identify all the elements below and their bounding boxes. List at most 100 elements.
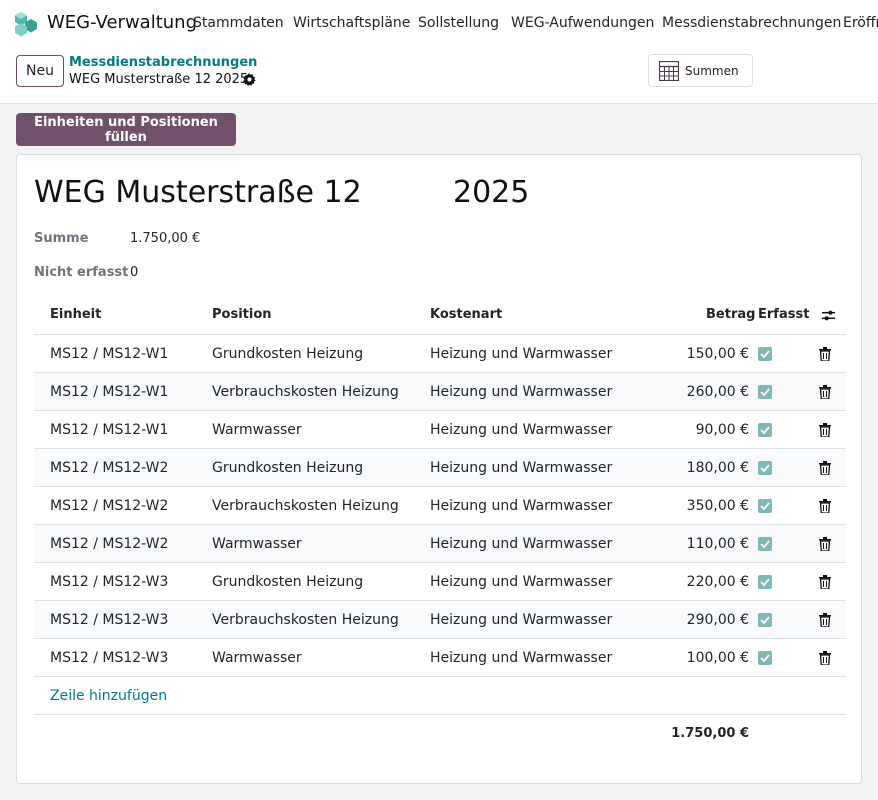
fill-units-positions-button[interactable]: Einheiten und Positionen füllen	[16, 113, 236, 146]
table-row[interactable]: MS12 / MS12-W3 Verbrauchskosten Heizung He…	[34, 601, 846, 639]
trash-icon[interactable]	[819, 575, 831, 589]
trash-icon[interactable]	[819, 499, 831, 513]
summe-label: Summe	[34, 231, 89, 246]
check-icon	[760, 502, 770, 511]
title-year[interactable]: 2025	[453, 175, 529, 210]
trash-icon[interactable]	[819, 461, 831, 475]
table-row[interactable]: MS12 / MS12-W2 Warmwasser Heizung und Warm…	[34, 525, 846, 563]
cell-position[interactable]: Grundkosten Heizung	[212, 335, 363, 373]
cell-kostenart[interactable]: Heizung und Warmwasser	[430, 525, 612, 563]
header-erfasst[interactable]: Erfasst	[758, 296, 809, 334]
menu-eroeffnung[interactable]: Eröffn	[843, 15, 878, 31]
menu-weg-aufwendungen[interactable]: WEG-Aufwendungen	[511, 15, 654, 31]
menu-sollstellung[interactable]: Sollstellung	[418, 15, 499, 31]
cell-kostenart[interactable]: Heizung und Warmwasser	[430, 411, 612, 449]
cell-kostenart[interactable]: Heizung und Warmwasser	[430, 601, 612, 639]
summe-value: 1.750,00 €	[130, 231, 201, 246]
header-einheit[interactable]: Einheit	[50, 296, 101, 334]
app-logo-icon[interactable]	[12, 9, 40, 37]
trash-icon[interactable]	[819, 347, 831, 361]
column-settings-icon[interactable]	[821, 308, 836, 323]
header-kostenart[interactable]: Kostenart	[430, 296, 502, 334]
cell-kostenart[interactable]: Heizung und Warmwasser	[430, 639, 612, 677]
erfasst-checkbox[interactable]	[758, 385, 772, 399]
cell-position[interactable]: Verbrauchskosten Heizung	[212, 373, 399, 411]
table-body: MS12 / MS12-W1 Grundkosten Heizung Heizung…	[34, 335, 846, 677]
cell-einheit[interactable]: MS12 / MS12-W1	[50, 335, 168, 373]
cell-kostenart[interactable]: Heizung und Warmwasser	[430, 563, 612, 601]
erfasst-checkbox[interactable]	[758, 499, 772, 513]
cell-betrag[interactable]: 290,00 €	[687, 601, 749, 639]
cell-einheit[interactable]: MS12 / MS12-W2	[50, 525, 168, 563]
table-row[interactable]: MS12 / MS12-W3 Warmwasser Heizung und Warm…	[34, 639, 846, 677]
check-icon	[760, 616, 770, 625]
table-row[interactable]: MS12 / MS12-W2 Grundkosten Heizung Heizung…	[34, 449, 846, 487]
cell-position[interactable]: Verbrauchskosten Heizung	[212, 487, 399, 525]
table-row[interactable]: MS12 / MS12-W3 Grundkosten Heizung Heizung…	[34, 563, 846, 601]
table-row[interactable]: MS12 / MS12-W2 Verbrauchskosten Heizung He…	[34, 487, 846, 525]
table-header: Einheit Position Kostenart Betrag Erfass…	[34, 296, 846, 335]
cell-einheit[interactable]: MS12 / MS12-W3	[50, 639, 168, 677]
table-footer: 1.750,00 €	[34, 715, 846, 753]
cell-betrag[interactable]: 180,00 €	[687, 449, 749, 487]
cell-betrag[interactable]: 110,00 €	[687, 525, 749, 563]
cell-einheit[interactable]: MS12 / MS12-W2	[50, 449, 168, 487]
cell-einheit[interactable]: MS12 / MS12-W3	[50, 601, 168, 639]
trash-icon[interactable]	[819, 651, 831, 665]
cell-einheit[interactable]: MS12 / MS12-W1	[50, 373, 168, 411]
erfasst-checkbox[interactable]	[758, 613, 772, 627]
cell-betrag[interactable]: 260,00 €	[687, 373, 749, 411]
menu-messdienstabrechnungen[interactable]: Messdienstabrechnungen	[662, 15, 841, 31]
table-row[interactable]: MS12 / MS12-W1 Grundkosten Heizung Heizung…	[34, 335, 846, 373]
trash-icon[interactable]	[819, 385, 831, 399]
menu-stammdaten[interactable]: Stammdaten	[193, 15, 284, 31]
check-icon	[760, 388, 770, 397]
check-icon	[760, 578, 770, 587]
summen-button[interactable]: Summen	[648, 54, 753, 87]
calculator-icon	[659, 61, 679, 81]
erfasst-checkbox[interactable]	[758, 423, 772, 437]
cell-kostenart[interactable]: Heizung und Warmwasser	[430, 373, 612, 411]
table-row[interactable]: MS12 / MS12-W1 Verbrauchskosten Heizung He…	[34, 373, 846, 411]
cell-einheit[interactable]: MS12 / MS12-W3	[50, 563, 168, 601]
app-name[interactable]: WEG-Verwaltung	[47, 12, 197, 33]
cell-kostenart[interactable]: Heizung und Warmwasser	[430, 335, 612, 373]
trash-icon[interactable]	[819, 613, 831, 627]
erfasst-checkbox[interactable]	[758, 537, 772, 551]
menu-wirtschaftsplaene[interactable]: Wirtschaftspläne	[293, 15, 410, 31]
cell-betrag[interactable]: 150,00 €	[687, 335, 749, 373]
header-betrag[interactable]: Betrag	[706, 296, 755, 334]
cell-betrag[interactable]: 100,00 €	[687, 639, 749, 677]
cell-position[interactable]: Warmwasser	[212, 639, 302, 677]
check-icon	[760, 464, 770, 473]
title-property-name[interactable]: WEG Musterstraße 12	[34, 175, 362, 210]
cell-position[interactable]: Warmwasser	[212, 525, 302, 563]
breadcrumb-messdienstabrechnungen[interactable]: Messdienstabrechnungen	[69, 55, 257, 70]
cell-einheit[interactable]: MS12 / MS12-W2	[50, 487, 168, 525]
cell-position[interactable]: Verbrauchskosten Heizung	[212, 601, 399, 639]
gear-icon[interactable]	[243, 73, 256, 86]
cell-einheit[interactable]: MS12 / MS12-W1	[50, 411, 168, 449]
cell-betrag[interactable]: 350,00 €	[687, 487, 749, 525]
table-row[interactable]: MS12 / MS12-W1 Warmwasser Heizung und Warm…	[34, 411, 846, 449]
header-position[interactable]: Position	[212, 296, 272, 334]
cell-kostenart[interactable]: Heizung und Warmwasser	[430, 487, 612, 525]
cell-betrag[interactable]: 90,00 €	[696, 411, 749, 449]
erfasst-checkbox[interactable]	[758, 575, 772, 589]
trash-icon[interactable]	[819, 537, 831, 551]
check-icon	[760, 426, 770, 435]
erfasst-checkbox[interactable]	[758, 461, 772, 475]
summen-label: Summen	[685, 63, 739, 78]
erfasst-checkbox[interactable]	[758, 347, 772, 361]
trash-icon[interactable]	[819, 423, 831, 437]
erfasst-checkbox[interactable]	[758, 651, 772, 665]
cell-betrag[interactable]: 220,00 €	[687, 563, 749, 601]
cell-position[interactable]: Grundkosten Heizung	[212, 563, 363, 601]
lines-table: Einheit Position Kostenart Betrag Erfass…	[34, 296, 846, 753]
cell-kostenart[interactable]: Heizung und Warmwasser	[430, 449, 612, 487]
cell-position[interactable]: Warmwasser	[212, 411, 302, 449]
add-line-link[interactable]: Zeile hinzufügen	[50, 677, 167, 715]
add-line-row: Zeile hinzufügen	[34, 677, 846, 715]
new-button[interactable]: Neu	[16, 55, 64, 87]
cell-position[interactable]: Grundkosten Heizung	[212, 449, 363, 487]
